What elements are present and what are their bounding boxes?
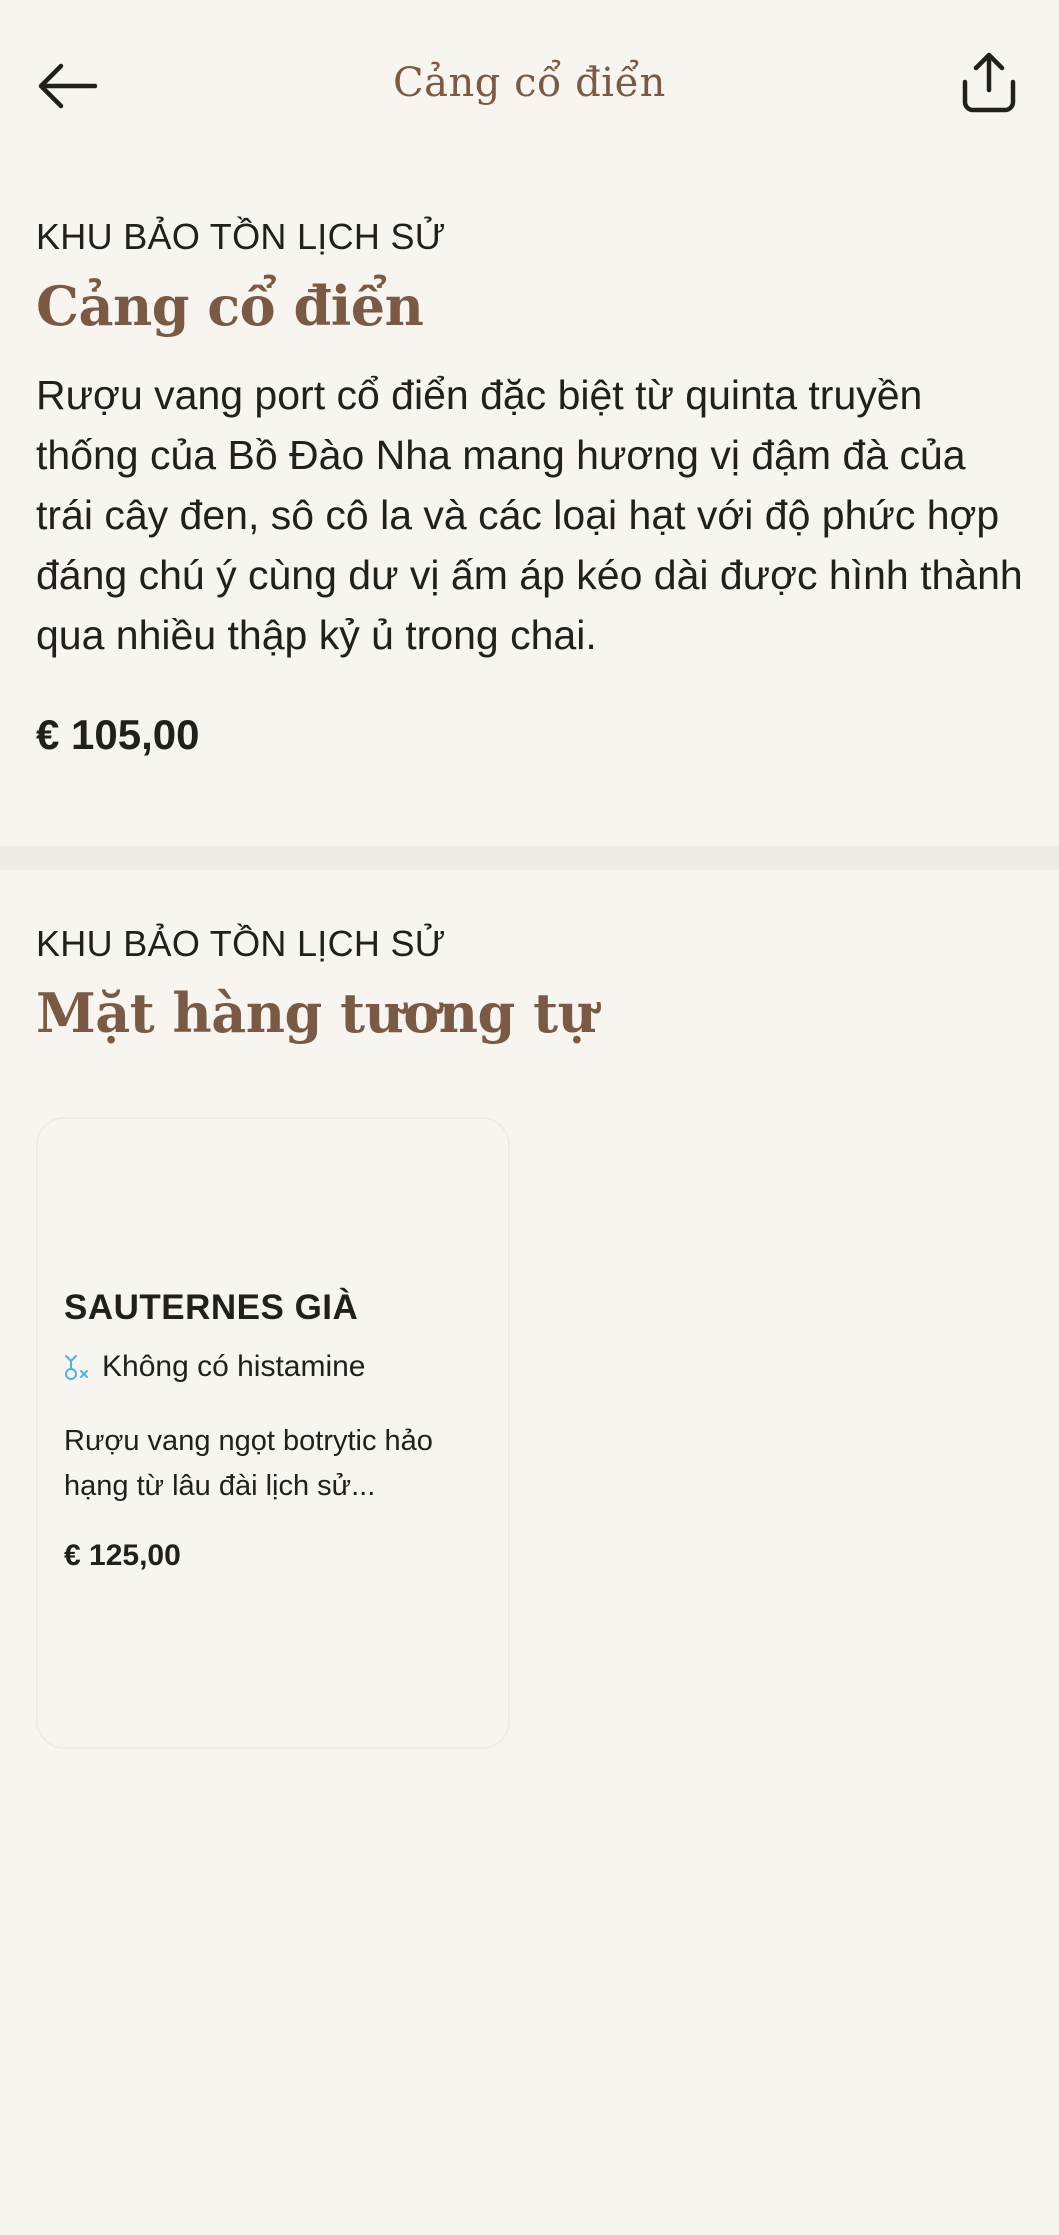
section-divider bbox=[0, 846, 1059, 870]
product-details: KHU BẢO TỒN LỊCH SỬ Cảng cổ điển Rượu va… bbox=[36, 215, 1026, 759]
card-item-description: Rượu vang ngọt botrytic hảo hạng từ lâu … bbox=[64, 1425, 433, 1502]
share-button[interactable] bbox=[949, 44, 1029, 124]
similar-title: Mặt hàng tương tự bbox=[36, 981, 597, 1045]
product-description: Rượu vang port cổ điển đặc biệt từ quint… bbox=[36, 372, 1023, 658]
similar-item-card[interactable]: SAUTERNES GIÀ Không có histamine Rượu va… bbox=[36, 1117, 510, 1749]
page-title: Cảng cổ điển bbox=[393, 60, 666, 106]
share-icon bbox=[957, 50, 1021, 119]
card-tag: Không có histamine bbox=[64, 1349, 484, 1385]
product-category: KHU BẢO TỒN LỊCH SỬ bbox=[36, 216, 446, 257]
similar-category: KHU BẢO TỒN LỊCH SỬ bbox=[36, 923, 446, 964]
card-item-name: SAUTERNES GIÀ bbox=[64, 1288, 359, 1327]
product-name: Cảng cổ điển bbox=[36, 274, 424, 338]
card-tag-label: Không có histamine bbox=[102, 1350, 366, 1383]
card-content: SAUTERNES GIÀ Không có histamine Rượu va… bbox=[64, 1287, 484, 1573]
product-price: € 105,00 bbox=[36, 711, 200, 758]
top-bar: Cảng cổ điển bbox=[0, 0, 1059, 170]
histamine-free-icon bbox=[64, 1352, 90, 1382]
similar-section: KHU BẢO TỒN LỊCH SỬ Mặt hàng tương tự bbox=[36, 922, 1026, 1048]
card-item-price: € 125,00 bbox=[64, 1539, 181, 1572]
